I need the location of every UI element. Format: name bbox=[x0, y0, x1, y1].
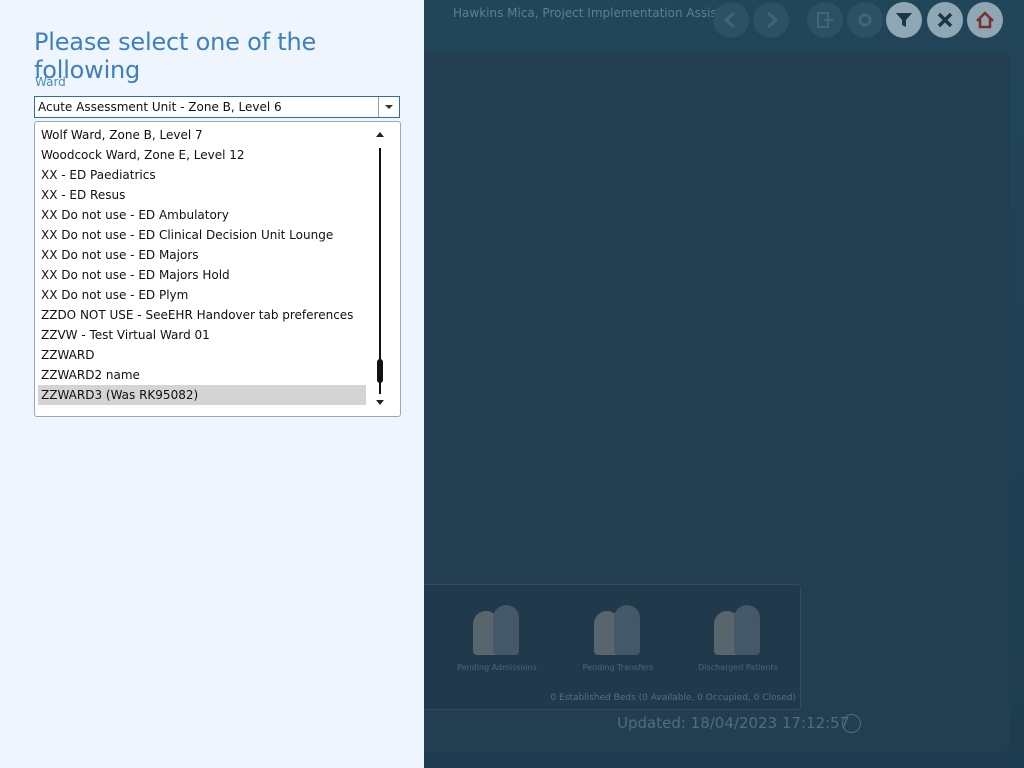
ward-option[interactable]: XX - ED Resus bbox=[38, 185, 366, 205]
updated-timestamp: Updated: 18/04/2023 17:12:57 bbox=[617, 714, 850, 732]
ward-option[interactable]: XX Do not use - ED Majors Hold bbox=[38, 265, 366, 285]
ward-option[interactable]: Woodcock Ward, Zone E, Level 12 bbox=[38, 145, 366, 165]
ward-combobox[interactable]: Acute Assessment Unit - Zone B, Level 6 bbox=[34, 96, 400, 118]
people-icon bbox=[590, 601, 646, 655]
card-label: Pending Admissions bbox=[457, 663, 537, 672]
refresh-icon[interactable] bbox=[842, 714, 861, 733]
back-icon bbox=[723, 11, 735, 29]
forward-icon bbox=[767, 11, 779, 29]
filter-icon bbox=[896, 13, 912, 27]
settings-icon bbox=[858, 13, 872, 27]
filter-button[interactable] bbox=[886, 2, 922, 38]
user-header: Hawkins Mica, Project Implementation Ass… bbox=[453, 6, 742, 20]
ward-options: Wolf Ward, Zone B, Level 7 Woodcock Ward,… bbox=[38, 125, 366, 405]
ward-selection-panel: Please select one of the following Ward … bbox=[0, 0, 424, 768]
ward-option[interactable]: XX Do not use - ED Ambulatory bbox=[38, 205, 366, 225]
patient-cards-strip: Pending Admissions Pending Transfers Dis… bbox=[424, 584, 801, 710]
logout-icon bbox=[817, 12, 833, 28]
ward-option[interactable]: XX Do not use - ED Majors bbox=[38, 245, 366, 265]
scrollbar-thumb[interactable] bbox=[377, 358, 383, 383]
list-scrollbar[interactable] bbox=[372, 122, 388, 416]
home-icon bbox=[976, 11, 994, 29]
scroll-up-icon[interactable] bbox=[376, 132, 384, 137]
panel-title: Please select one of the following bbox=[34, 28, 317, 84]
pending-transfers-card[interactable]: Pending Transfers bbox=[563, 601, 673, 672]
ward-dropdown-list[interactable]: Wolf Ward, Zone B, Level 7 Woodcock Ward,… bbox=[34, 121, 401, 417]
ward-option[interactable]: Wolf Ward, Zone B, Level 7 bbox=[38, 125, 366, 145]
ward-option[interactable]: ZZWARD2 name bbox=[38, 365, 366, 385]
card-label: Discharged Patients bbox=[698, 663, 778, 672]
scrollbar-track[interactable] bbox=[379, 148, 381, 394]
home-button[interactable] bbox=[967, 2, 1003, 38]
pending-admissions-card[interactable]: Pending Admissions bbox=[442, 601, 552, 672]
people-icon bbox=[469, 601, 525, 655]
ward-option[interactable]: ZZVW - Test Virtual Ward 01 bbox=[38, 325, 366, 345]
ward-option[interactable]: ZZWARD bbox=[38, 345, 366, 365]
discharged-patients-card[interactable]: Discharged Patients bbox=[683, 601, 793, 672]
ward-option[interactable]: XX - ED Paediatrics bbox=[38, 165, 366, 185]
card-label: Pending Transfers bbox=[582, 663, 654, 672]
scroll-down-icon[interactable] bbox=[376, 400, 384, 405]
close-button[interactable] bbox=[927, 2, 963, 38]
settings-button[interactable] bbox=[847, 2, 883, 38]
ward-option[interactable]: XX Do not use - ED Plym bbox=[38, 285, 366, 305]
beds-summary: 0 Established Beds (0 Available, 0 Occup… bbox=[550, 693, 796, 703]
ward-option[interactable]: XX Do not use - ED Clinical Decision Uni… bbox=[38, 225, 366, 245]
people-icon bbox=[710, 601, 766, 655]
ward-option[interactable]: ZZDO NOT USE - SeeEHR Handover tab prefe… bbox=[38, 305, 366, 325]
ward-selected-value[interactable]: Acute Assessment Unit - Zone B, Level 6 bbox=[35, 97, 378, 117]
back-button[interactable] bbox=[713, 2, 749, 38]
ward-option[interactable]: ZZWARD3 (Was RK95082) bbox=[38, 385, 366, 405]
ward-dropdown-button[interactable] bbox=[378, 97, 399, 117]
logout-button[interactable] bbox=[807, 2, 843, 38]
chevron-down-icon bbox=[385, 105, 393, 109]
forward-button[interactable] bbox=[753, 2, 789, 38]
close-icon bbox=[937, 12, 953, 28]
ward-field-label: Ward bbox=[35, 75, 66, 89]
